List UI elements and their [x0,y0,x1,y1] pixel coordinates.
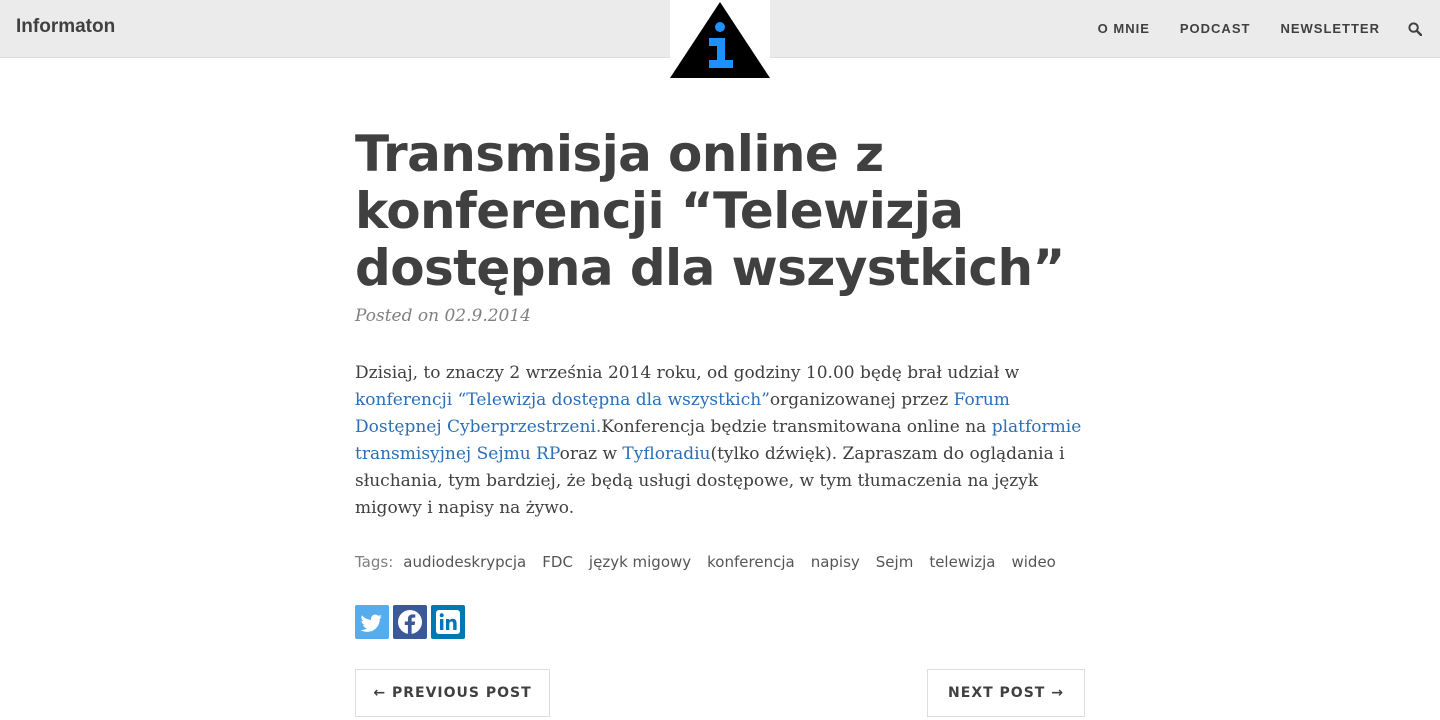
tag-link[interactable]: Sejm [876,553,914,571]
nav-link-podcast[interactable]: PODCAST [1180,20,1251,38]
post-title: Transmisja online z konferencji “Telewiz… [355,125,1065,297]
tags-label: Tags: [355,553,394,571]
tag-link[interactable]: napisy [811,553,860,571]
nav-links: O MNIE PODCAST NEWSLETTER [1068,20,1424,38]
post-body: Dzisiaj, to znaczy 2 września 2014 roku,… [355,360,1090,522]
link-tyfloradio[interactable]: Tyfloradiu [622,444,710,464]
link-konferencja[interactable]: konferencji “Telewizja dostępna dla wszy… [355,390,770,410]
logo-info-icon[interactable] [670,0,770,80]
tag-link[interactable]: FDC [542,553,573,571]
brand-link[interactable]: Informaton [16,16,115,38]
body-text-1: Dzisiaj, to znaczy 2 września 2014 roku,… [355,363,1020,383]
search-icon[interactable] [1408,20,1424,38]
tag-link[interactable]: telewizja [929,553,995,571]
next-post-button[interactable]: NEXT POST → [927,669,1085,717]
tag-link[interactable]: audiodeskrypcja [403,553,526,571]
body-text-3: Konferencja będzie transmitowana online … [601,417,992,437]
linkedin-icon[interactable] [431,605,465,639]
nav-link-o-mnie[interactable]: O MNIE [1098,20,1150,38]
body-text-4: oraz w [559,444,623,464]
tags-list: Tags: audiodeskrypcja FDC język migowy k… [355,553,1072,571]
share-buttons [355,605,469,639]
body-text-2: organizowanej przez [769,390,954,410]
tag-link[interactable]: język migowy [589,553,691,571]
facebook-icon[interactable] [393,605,427,639]
previous-post-button[interactable]: ← PREVIOUS POST [355,669,550,717]
nav-link-newsletter[interactable]: NEWSLETTER [1280,20,1380,38]
post-meta: Posted on 02.9.2014 [355,306,531,326]
twitter-icon[interactable] [355,605,389,639]
tag-link[interactable]: wideo [1012,553,1056,571]
tag-link[interactable]: konferencja [707,553,795,571]
